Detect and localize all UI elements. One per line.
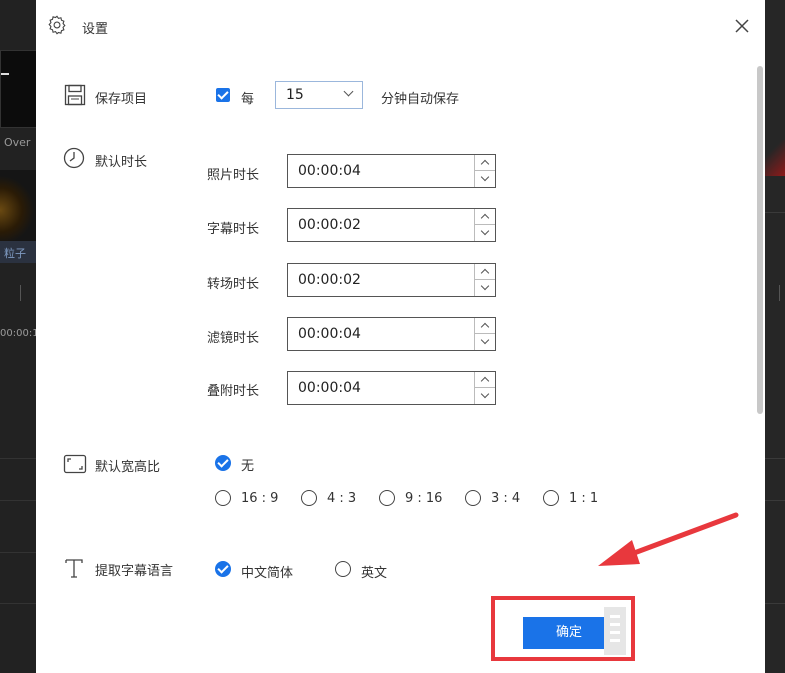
background-divider <box>765 500 785 501</box>
background-divider <box>765 603 785 604</box>
spin-up-button[interactable] <box>475 372 495 388</box>
background-timecode: 00:00:1 <box>0 328 39 339</box>
background-thumbnail <box>0 50 38 128</box>
background-divider <box>0 552 36 553</box>
duration-value: 00:00:02 <box>298 272 361 288</box>
duration-value: 00:00:02 <box>298 217 361 233</box>
background-left-panel: Over 粒子 00:00:1 <box>0 0 39 673</box>
autosave-interval-value: 15 <box>286 87 304 103</box>
dialog-title: 设置 <box>82 22 109 37</box>
background-thumbnail <box>0 170 36 242</box>
autosave-interval-select[interactable]: 15 <box>275 81 363 109</box>
autosave-suffix-label: 分钟自动保存 <box>381 92 460 107</box>
subtitle-lang-option-label: 中文简体 <box>241 566 294 581</box>
aspect-option-label: 16 : 9 <box>241 491 279 506</box>
duration-value: 00:00:04 <box>298 163 361 179</box>
clock-icon <box>63 147 85 169</box>
text-icon <box>65 559 83 578</box>
background-divider <box>0 603 36 604</box>
duration-spinbox[interactable]: 00:00:04 <box>287 154 496 188</box>
background-right-panel <box>765 0 785 673</box>
annotation-highlight-box <box>491 596 635 661</box>
duration-value: 00:00:04 <box>298 380 361 396</box>
background-tick <box>20 285 21 301</box>
background-divider <box>765 458 785 459</box>
duration-value: 00:00:04 <box>298 326 361 342</box>
duration-label: 滤镜时长 <box>207 331 260 346</box>
aspect-ratio-icon <box>63 454 87 474</box>
subtitle-lang-radio-english[interactable] <box>335 561 351 577</box>
spin-down-button[interactable] <box>475 334 495 350</box>
duration-label: 字幕时长 <box>207 222 260 237</box>
autosave-every-label: 每 <box>241 92 255 107</box>
duration-spinbox[interactable]: 00:00:04 <box>287 371 496 405</box>
background-label: Over <box>4 136 31 149</box>
background-divider <box>0 500 36 501</box>
aspect-radio-4-3[interactable] <box>301 490 317 506</box>
duration-spinbox[interactable]: 00:00:02 <box>287 208 496 242</box>
background-tick <box>779 285 780 301</box>
duration-spinbox[interactable]: 00:00:02 <box>287 263 496 297</box>
spin-down-button[interactable] <box>475 225 495 241</box>
background-divider <box>0 458 36 459</box>
duration-label: 照片时长 <box>207 168 260 183</box>
aspect-radio-9-16[interactable] <box>379 490 395 506</box>
durations-section-label: 默认时长 <box>95 155 148 170</box>
aspect-radio-3-4[interactable] <box>465 490 481 506</box>
chevron-down-icon <box>343 86 354 97</box>
gear-icon <box>48 15 66 35</box>
subtitle-lang-radio-chinese[interactable] <box>215 561 231 577</box>
spin-up-button[interactable] <box>475 264 495 280</box>
subtitle-lang-option-label: 英文 <box>361 566 388 581</box>
save-icon <box>64 84 86 106</box>
spin-down-button[interactable] <box>475 280 495 296</box>
duration-label: 叠附时长 <box>207 384 260 399</box>
spin-up-button[interactable] <box>475 318 495 334</box>
aspect-radio-1-1[interactable] <box>543 490 559 506</box>
background-preview <box>765 140 785 176</box>
aspect-option-label: 1 : 1 <box>569 491 599 506</box>
spin-down-button[interactable] <box>475 171 495 187</box>
aspect-radio-none[interactable] <box>215 455 231 471</box>
duration-spinbox[interactable]: 00:00:04 <box>287 317 496 351</box>
dialog-scrollbar[interactable] <box>757 66 763 414</box>
autosave-checkbox[interactable] <box>216 88 230 102</box>
aspect-section-label: 默认宽高比 <box>95 460 161 475</box>
background-label: 粒子 <box>4 247 26 260</box>
spin-up-button[interactable] <box>475 209 495 225</box>
spin-up-button[interactable] <box>475 155 495 171</box>
close-icon[interactable] <box>734 18 750 34</box>
duration-label: 转场时长 <box>207 277 260 292</box>
aspect-none-label: 无 <box>241 459 255 474</box>
autosave-section-label: 保存项目 <box>95 92 148 107</box>
annotation-arrow-icon <box>598 512 739 566</box>
spin-down-button[interactable] <box>475 388 495 404</box>
settings-dialog: 设置 保存项目 每 15 分钟自动保存 默认时长 照片时长 00:00:04 字… <box>36 0 765 673</box>
background-divider <box>765 212 785 213</box>
aspect-option-label: 4 : 3 <box>327 491 357 506</box>
aspect-option-label: 3 : 4 <box>491 491 521 506</box>
subtitle-lang-section-label: 提取字幕语言 <box>95 564 174 579</box>
aspect-radio-16-9[interactable] <box>215 490 231 506</box>
aspect-option-label: 9 : 16 <box>405 491 443 506</box>
